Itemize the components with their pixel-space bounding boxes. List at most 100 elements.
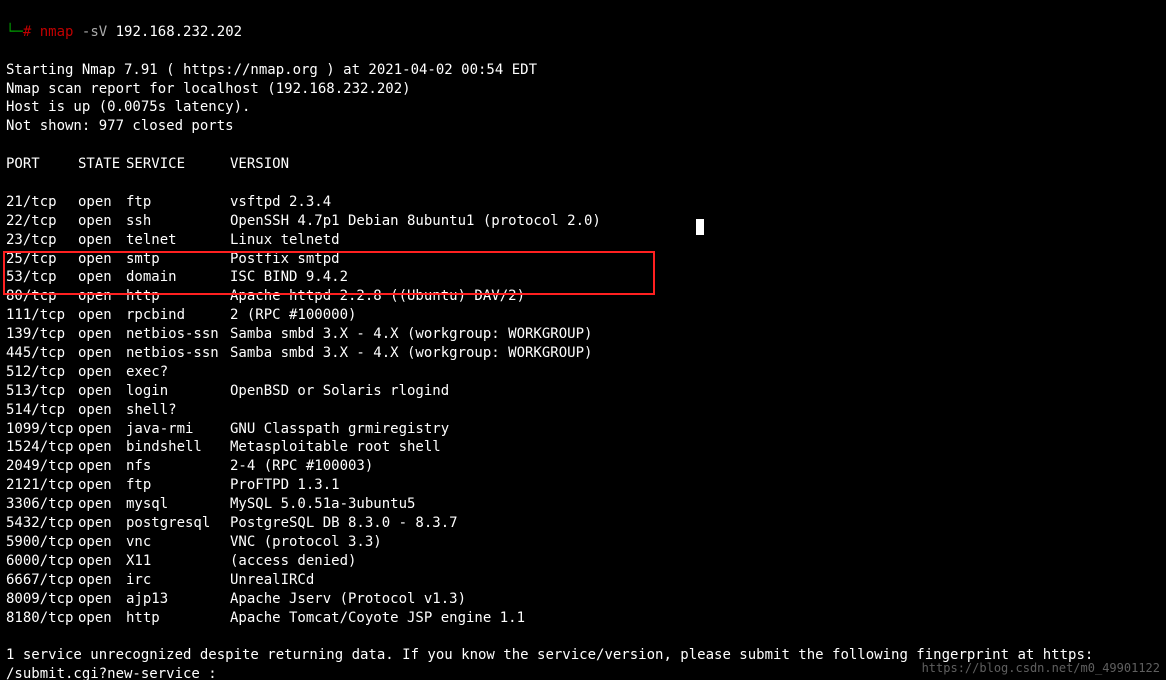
state-col: open: [78, 552, 126, 571]
service-col: telnet: [126, 231, 230, 250]
service-col: netbios-ssn: [126, 344, 230, 363]
port-col: 53/tcp: [6, 268, 78, 287]
text-cursor: [696, 219, 704, 235]
port-col: 139/tcp: [6, 325, 78, 344]
port-col: 22/tcp: [6, 212, 78, 231]
version-col: PostgreSQL DB 8.3.0 - 8.3.7: [230, 514, 458, 533]
port-row: 22/tcpopensshOpenSSH 4.7p1 Debian 8ubunt…: [6, 212, 1160, 231]
port-col: 25/tcp: [6, 250, 78, 269]
version-col: vsftpd 2.3.4: [230, 193, 331, 212]
version-col: GNU Classpath grmiregistry: [230, 420, 449, 439]
port-row: 6667/tcpopenircUnrealIRCd: [6, 571, 1160, 590]
service-col: shell?: [126, 401, 230, 420]
state-col: open: [78, 420, 126, 439]
port-row: 514/tcpopenshell?: [6, 401, 1160, 420]
state-col: open: [78, 571, 126, 590]
port-col: 8180/tcp: [6, 609, 78, 628]
prompt-hash: #: [23, 24, 31, 40]
col-version-header: VERSION: [230, 155, 289, 174]
terminal-output[interactable]: └─# nmap -sV 192.168.232.202 Starting Nm…: [0, 0, 1166, 680]
col-state-header: STATE: [78, 155, 126, 174]
output-line: Starting Nmap 7.91 ( https://nmap.org ) …: [6, 61, 1160, 80]
version-col: (access denied): [230, 552, 356, 571]
state-col: open: [78, 495, 126, 514]
state-col: open: [78, 306, 126, 325]
service-col: bindshell: [126, 438, 230, 457]
port-row: 21/tcpopenftpvsftpd 2.3.4: [6, 193, 1160, 212]
service-col: ftp: [126, 193, 230, 212]
state-col: open: [78, 268, 126, 287]
state-col: open: [78, 438, 126, 457]
state-col: open: [78, 457, 126, 476]
version-col: VNC (protocol 3.3): [230, 533, 382, 552]
port-row: 445/tcpopennetbios-ssnSamba smbd 3.X - 4…: [6, 344, 1160, 363]
service-col: ssh: [126, 212, 230, 231]
service-col: netbios-ssn: [126, 325, 230, 344]
port-col: 5900/tcp: [6, 533, 78, 552]
version-col: MySQL 5.0.51a-3ubuntu5: [230, 495, 415, 514]
port-row: 1099/tcpopenjava-rmiGNU Classpath grmire…: [6, 420, 1160, 439]
port-row: 2121/tcpopenftpProFTPD 1.3.1: [6, 476, 1160, 495]
service-col: smtp: [126, 250, 230, 269]
service-col: rpcbind: [126, 306, 230, 325]
service-col: http: [126, 287, 230, 306]
service-col: ajp13: [126, 590, 230, 609]
port-row: 139/tcpopennetbios-ssnSamba smbd 3.X - 4…: [6, 325, 1160, 344]
port-col: 2049/tcp: [6, 457, 78, 476]
version-col: Metasploitable root shell: [230, 438, 441, 457]
version-col: Apache httpd 2.2.8 ((Ubuntu) DAV/2): [230, 287, 525, 306]
port-col: 5432/tcp: [6, 514, 78, 533]
state-col: open: [78, 250, 126, 269]
cmd-target: 192.168.232.202: [116, 24, 242, 40]
state-col: open: [78, 476, 126, 495]
port-col: 111/tcp: [6, 306, 78, 325]
output-line: Nmap scan report for localhost (192.168.…: [6, 80, 1160, 99]
version-col: Apache Jserv (Protocol v1.3): [230, 590, 466, 609]
version-col: Linux telnetd: [230, 231, 340, 250]
state-col: open: [78, 609, 126, 628]
service-col: exec?: [126, 363, 230, 382]
port-col: 8009/tcp: [6, 590, 78, 609]
watermark: https://blog.csdn.net/m0_49901122: [922, 660, 1160, 676]
port-row: 5432/tcpopenpostgresqlPostgreSQL DB 8.3.…: [6, 514, 1160, 533]
port-col: 23/tcp: [6, 231, 78, 250]
state-col: open: [78, 193, 126, 212]
port-row: 8009/tcpopenajp13Apache Jserv (Protocol …: [6, 590, 1160, 609]
version-col: 2 (RPC #100000): [230, 306, 356, 325]
state-col: open: [78, 344, 126, 363]
port-col: 6667/tcp: [6, 571, 78, 590]
port-row: 5900/tcpopenvncVNC (protocol 3.3): [6, 533, 1160, 552]
port-row: 513/tcpopenloginOpenBSD or Solaris rlogi…: [6, 382, 1160, 401]
port-row: 3306/tcpopenmysqlMySQL 5.0.51a-3ubuntu5: [6, 495, 1160, 514]
state-col: open: [78, 514, 126, 533]
service-col: irc: [126, 571, 230, 590]
version-col: Samba smbd 3.X - 4.X (workgroup: WORKGRO…: [230, 325, 592, 344]
version-col: ProFTPD 1.3.1: [230, 476, 340, 495]
state-col: open: [78, 325, 126, 344]
port-row: 8180/tcpopenhttpApache Tomcat/Coyote JSP…: [6, 609, 1160, 628]
service-col: ftp: [126, 476, 230, 495]
port-row: 6000/tcpopenX11(access denied): [6, 552, 1160, 571]
service-col: domain: [126, 268, 230, 287]
port-table-header: PORTSTATESERVICEVERSION: [6, 155, 1160, 174]
port-row: 80/tcpopenhttpApache httpd 2.2.8 ((Ubunt…: [6, 287, 1160, 306]
version-col: 2-4 (RPC #100003): [230, 457, 373, 476]
port-col: 1524/tcp: [6, 438, 78, 457]
version-col: Samba smbd 3.X - 4.X (workgroup: WORKGRO…: [230, 344, 592, 363]
col-port-header: PORT: [6, 155, 78, 174]
port-col: 445/tcp: [6, 344, 78, 363]
port-col: 512/tcp: [6, 363, 78, 382]
state-col: open: [78, 401, 126, 420]
port-col: 80/tcp: [6, 287, 78, 306]
service-col: java-rmi: [126, 420, 230, 439]
service-col: vnc: [126, 533, 230, 552]
port-col: 1099/tcp: [6, 420, 78, 439]
version-col: OpenSSH 4.7p1 Debian 8ubuntu1 (protocol …: [230, 212, 601, 231]
state-col: open: [78, 363, 126, 382]
version-col: Apache Tomcat/Coyote JSP engine 1.1: [230, 609, 525, 628]
port-col: 513/tcp: [6, 382, 78, 401]
service-col: mysql: [126, 495, 230, 514]
service-col: X11: [126, 552, 230, 571]
port-col: 514/tcp: [6, 401, 78, 420]
port-row: 23/tcpopentelnetLinux telnetd: [6, 231, 1160, 250]
